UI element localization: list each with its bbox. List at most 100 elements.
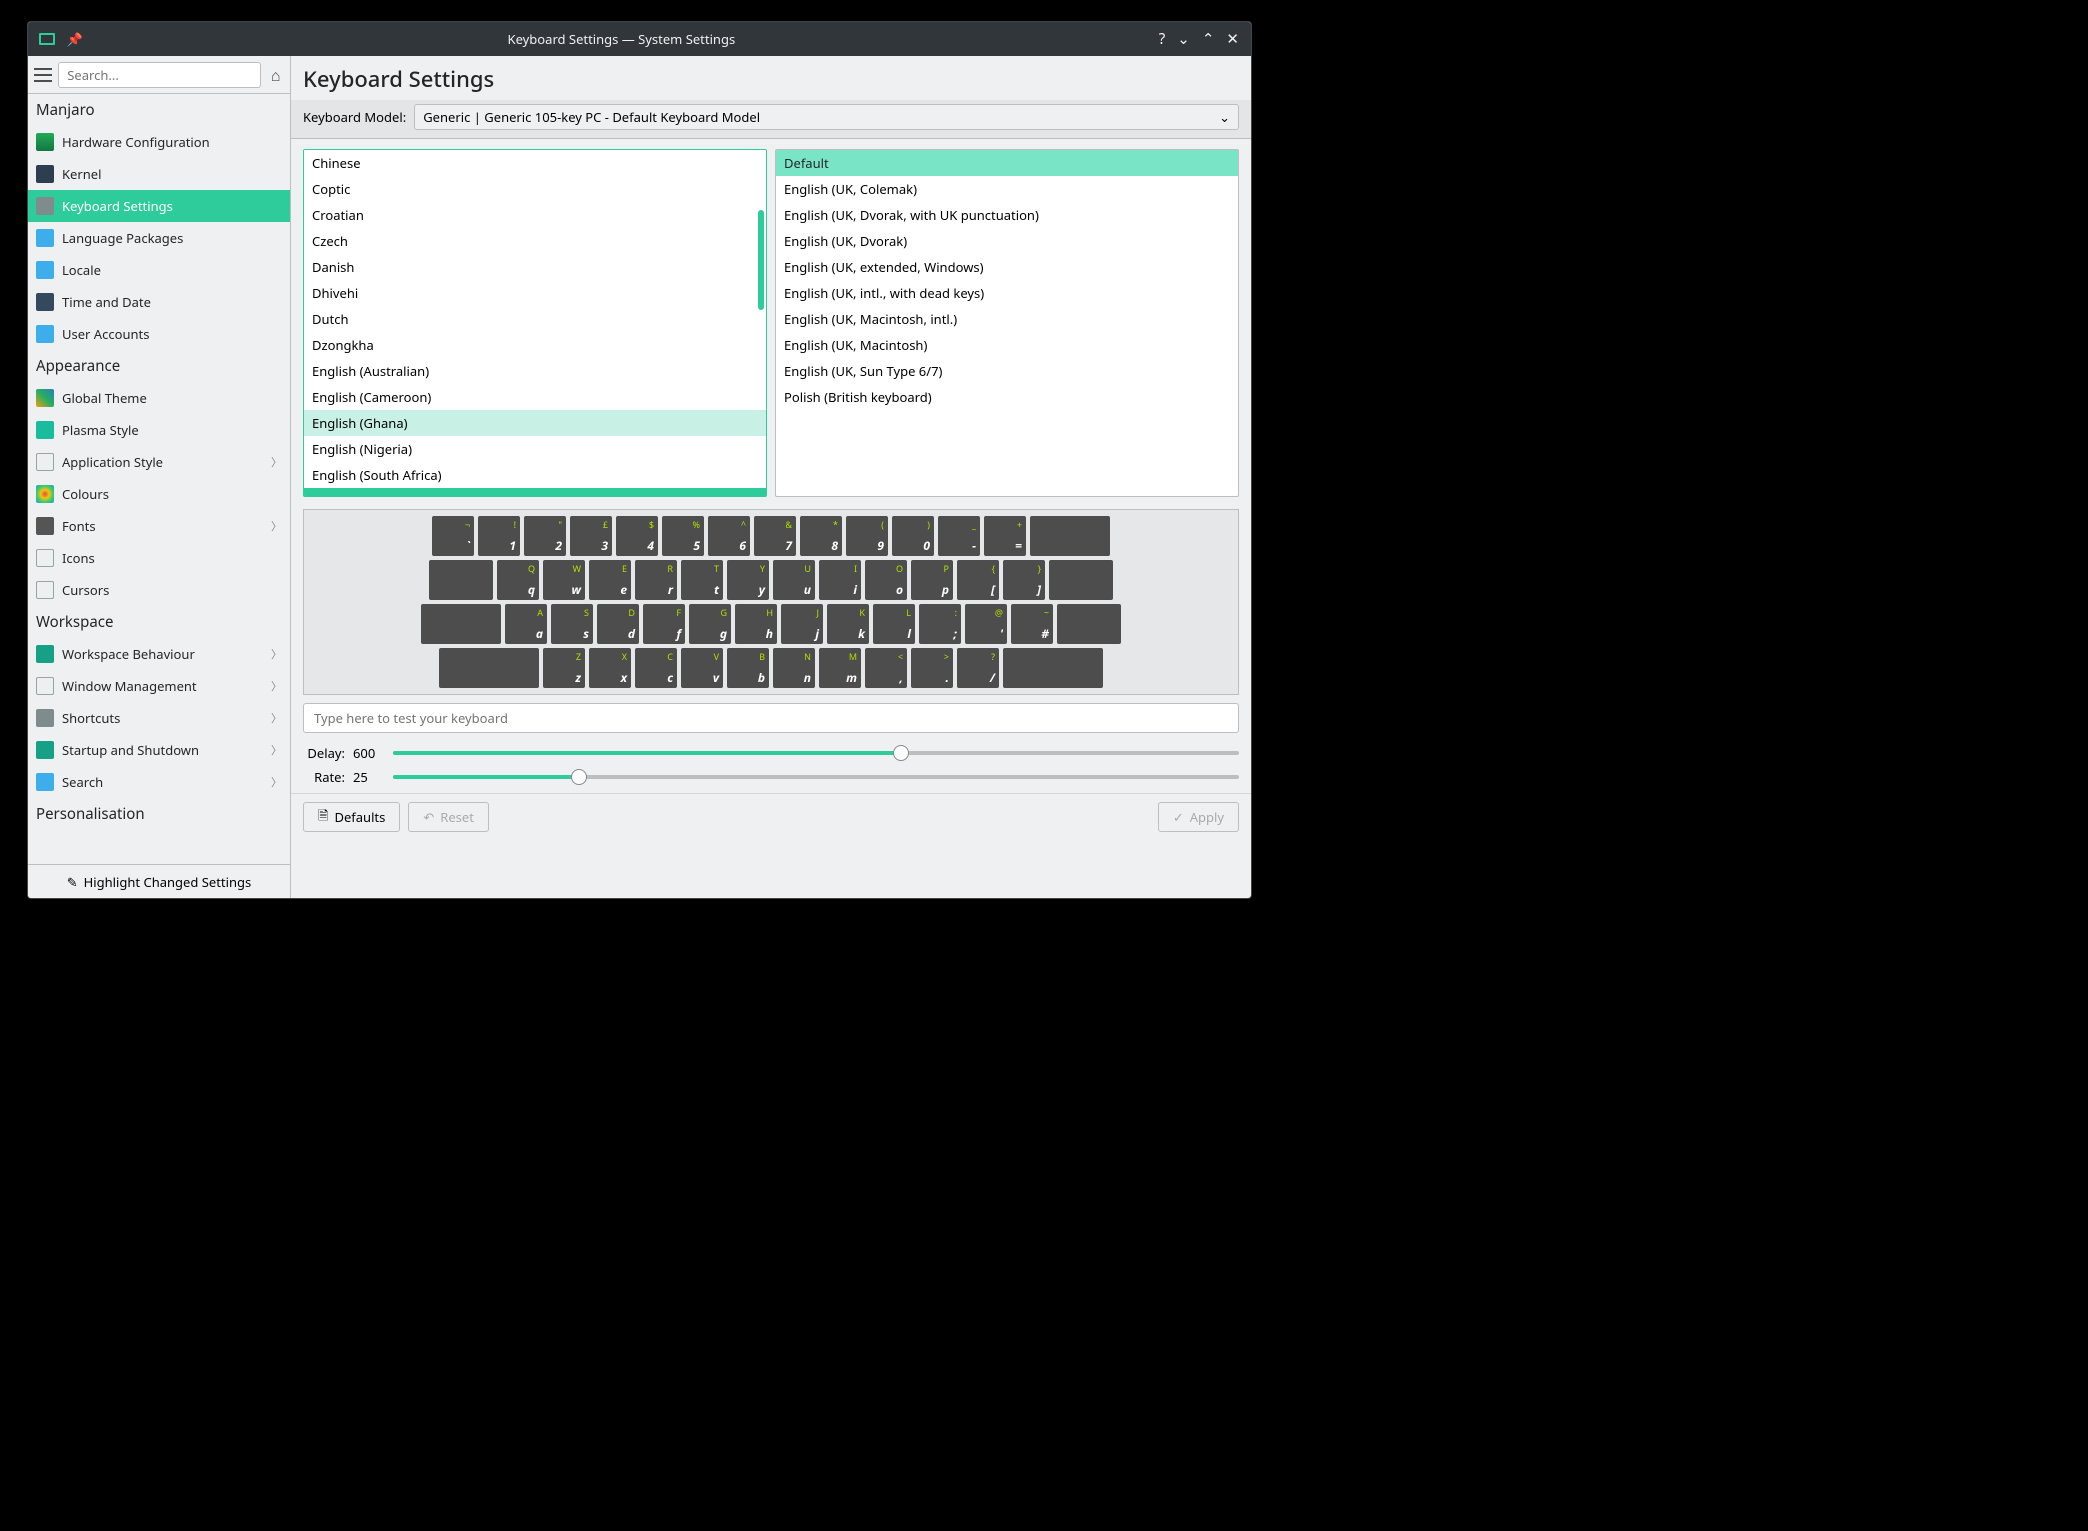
sidebar-item[interactable]: Workspace Behaviour〉 [28, 638, 290, 670]
sidebar-item[interactable]: Hardware Configuration [28, 126, 290, 158]
variant-row[interactable]: Default [776, 150, 1238, 176]
apply-button[interactable]: ✓Apply [1158, 802, 1239, 832]
keyboard-key: !1 [478, 516, 520, 556]
language-row[interactable]: Coptic [304, 176, 766, 202]
language-row[interactable]: Dzongkha [304, 332, 766, 358]
sidebar-item[interactable]: Colours [28, 478, 290, 510]
main-panel: Keyboard Settings Keyboard Model: Generi… [291, 56, 1251, 898]
delay-label: Delay: [303, 744, 345, 762]
keyboard-test-input[interactable] [303, 703, 1239, 733]
minimize-icon[interactable]: ⌄ [1177, 29, 1190, 49]
keyboard-model-select[interactable]: Generic | Generic 105-key PC - Default K… [414, 104, 1239, 130]
sidebar-item[interactable]: Shortcuts〉 [28, 702, 290, 734]
language-row[interactable]: Chinese [304, 150, 766, 176]
keyboard-key: )0 [892, 516, 934, 556]
sidebar-item[interactable]: Plasma Style [28, 414, 290, 446]
keyboard-key: Vv [681, 648, 723, 688]
scrollbar-thumb[interactable] [758, 210, 764, 310]
keyboard-key: Jj [781, 604, 823, 644]
sidebar-group: Manjaro [28, 94, 290, 126]
keyboard-key: Nn [773, 648, 815, 688]
sidebar-item[interactable]: Global Theme [28, 382, 290, 414]
language-row[interactable]: Danish [304, 254, 766, 280]
defaults-button[interactable]: 🗎Defaults [303, 802, 400, 832]
sidebar-item[interactable]: Time and Date [28, 286, 290, 318]
sidebar-item[interactable]: Kernel [28, 158, 290, 190]
language-row[interactable]: English (Cameroon) [304, 384, 766, 410]
sidebar-item[interactable]: Fonts〉 [28, 510, 290, 542]
highlight-label: Highlight Changed Settings [84, 873, 252, 891]
sidebar-item[interactable]: Locale [28, 254, 290, 286]
reset-button[interactable]: ↶Reset [408, 802, 489, 832]
close-icon[interactable]: ✕ [1226, 29, 1239, 49]
keyboard-key: Pp [911, 560, 953, 600]
sidebar-item[interactable]: Icons [28, 542, 290, 574]
help-icon[interactable]: ? [1159, 29, 1166, 49]
rate-slider[interactable] [393, 767, 1239, 787]
chevron-right-icon: 〉 [271, 454, 282, 470]
language-row[interactable]: English (South Africa) [304, 462, 766, 488]
keyboard-key: Qq [497, 560, 539, 600]
chevron-right-icon: 〉 [271, 710, 282, 726]
language-row[interactable]: Czech [304, 228, 766, 254]
check-icon: ✓ [1173, 808, 1184, 826]
keyboard-key [429, 560, 493, 600]
sidebar: ⌂ Manjaro Hardware Configuration Kernel Key… [28, 56, 291, 898]
language-row[interactable]: Dutch [304, 306, 766, 332]
sidebar-item[interactable]: Search〉 [28, 766, 290, 798]
keyboard-key [1003, 648, 1103, 688]
variant-row[interactable]: English (UK, Dvorak, with UK punctuation… [776, 202, 1238, 228]
sidebar-item[interactable]: Language Packages [28, 222, 290, 254]
variant-row[interactable]: English (UK, Macintosh, intl.) [776, 306, 1238, 332]
language-row[interactable]: English (Australian) [304, 358, 766, 384]
sidebar-item[interactable]: Keyboard Settings [28, 190, 290, 222]
delay-slider[interactable] [393, 743, 1239, 763]
sidebar-group: Appearance [28, 350, 290, 382]
sidebar-item[interactable]: User Accounts [28, 318, 290, 350]
keyboard-key: Ii [819, 560, 861, 600]
language-list[interactable]: ChineseCopticCroatianCzechDanishDhivehiD… [303, 149, 767, 497]
variant-row[interactable]: English (UK, intl., with dead keys) [776, 280, 1238, 306]
maximize-icon[interactable]: ⌃ [1202, 29, 1215, 49]
variant-row[interactable]: Polish (British keyboard) [776, 384, 1238, 410]
sidebar-item-label: Keyboard Settings [62, 197, 282, 215]
sidebar-item-label: Locale [62, 261, 282, 279]
variant-row[interactable]: English (UK, Sun Type 6/7) [776, 358, 1238, 384]
keyboard-key: ?/ [957, 648, 999, 688]
keyboard-key: Mm [819, 648, 861, 688]
variant-row[interactable]: English (UK, Colemak) [776, 176, 1238, 202]
variant-row[interactable]: English (UK, extended, Windows) [776, 254, 1238, 280]
sidebar-item-label: Fonts [62, 517, 263, 535]
highlight-changed-button[interactable]: ✎ Highlight Changed Settings [28, 864, 290, 898]
keyboard-key: Ee [589, 560, 631, 600]
sidebar-item-icon [36, 389, 54, 407]
home-icon[interactable]: ⌂ [267, 64, 284, 86]
language-row[interactable]: English (Nigeria) [304, 436, 766, 462]
keyboard-key: Hh [735, 604, 777, 644]
rate-value: 25 [353, 768, 385, 786]
sidebar-item[interactable]: Application Style〉 [28, 446, 290, 478]
delay-value: 600 [353, 744, 385, 762]
pin-icon[interactable]: 📌 [66, 30, 84, 48]
language-row[interactable]: Croatian [304, 202, 766, 228]
sidebar-item-icon [36, 741, 54, 759]
variant-row[interactable]: English (UK, Macintosh) [776, 332, 1238, 358]
menu-icon[interactable] [34, 63, 52, 87]
model-value: Generic | Generic 105-key PC - Default K… [423, 108, 1219, 126]
search-input[interactable] [58, 62, 261, 88]
keyboard-preview: ¬`!1"2£3$4%5^6&7*8(9)0_-+=QqWwEeRrTtYyUu… [303, 509, 1239, 695]
language-row[interactable]: English (UK) [304, 488, 766, 497]
language-row[interactable]: Dhivehi [304, 280, 766, 306]
sidebar-item[interactable]: Window Management〉 [28, 670, 290, 702]
language-row[interactable]: English (Ghana) [304, 410, 766, 436]
sidebar-item[interactable]: Cursors [28, 574, 290, 606]
keyboard-key: Xx [589, 648, 631, 688]
keyboard-key [1030, 516, 1110, 556]
variant-row[interactable]: English (UK, Dvorak) [776, 228, 1238, 254]
sidebar-item[interactable]: Startup and Shutdown〉 [28, 734, 290, 766]
keyboard-key: += [984, 516, 1026, 556]
sidebar-item-label: Hardware Configuration [62, 133, 282, 151]
keyboard-key: Ff [643, 604, 685, 644]
variant-list[interactable]: DefaultEnglish (UK, Colemak)English (UK,… [775, 149, 1239, 497]
sidebar-item-icon [36, 229, 54, 247]
